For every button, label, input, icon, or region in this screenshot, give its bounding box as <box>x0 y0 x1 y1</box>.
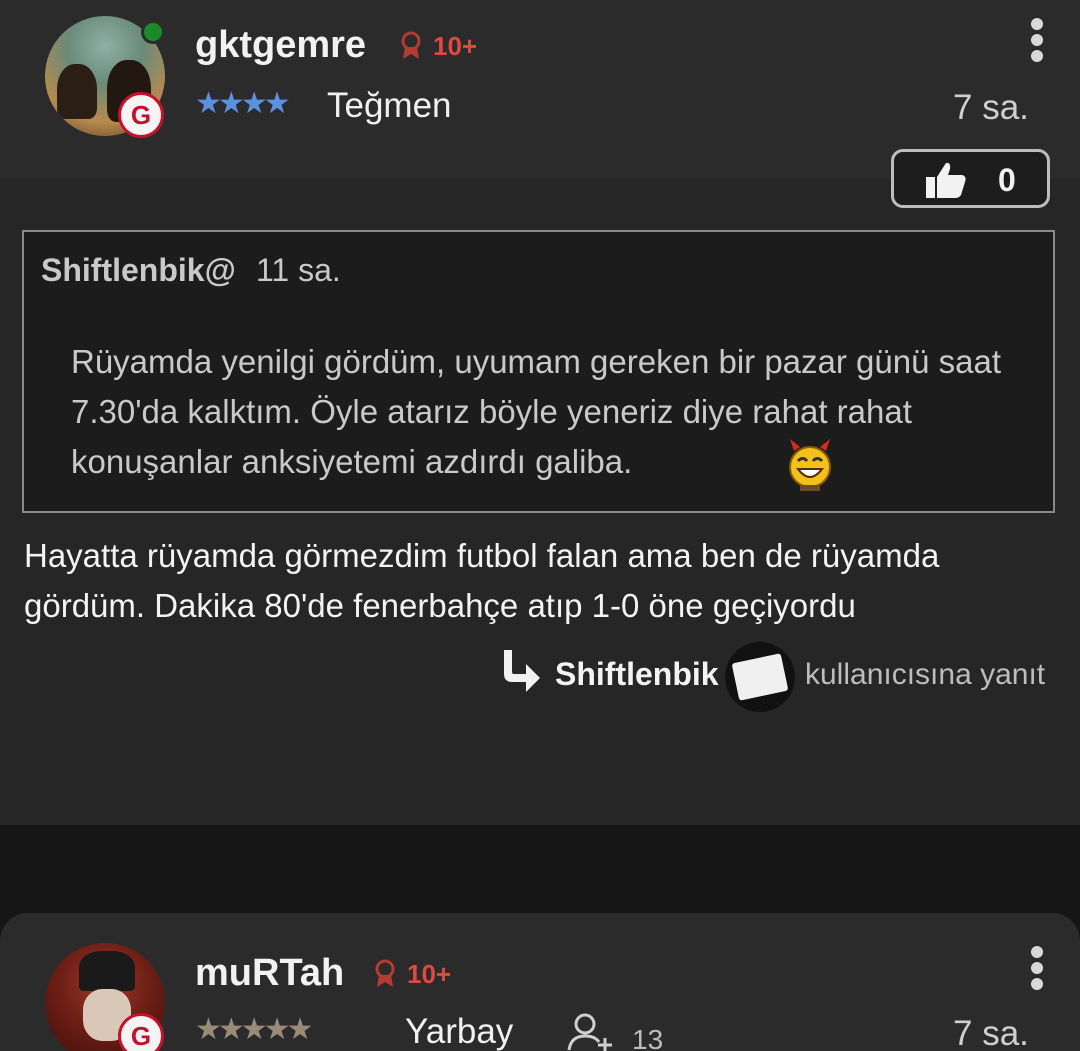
add-friend-icon[interactable] <box>565 1012 625 1051</box>
kebab-menu-icon[interactable] <box>1030 946 1044 990</box>
rank-stars-icon: ★★★★ <box>195 87 291 120</box>
online-indicator <box>141 20 165 44</box>
rank-stars-icon: ★★★★★ <box>195 1013 314 1046</box>
reply-to-username[interactable]: Shiftlenbik <box>555 656 719 693</box>
ribbon-icon <box>375 959 395 987</box>
quote-text: Rüyamda yenilgi gördüm, uyumam gereken b… <box>71 343 1001 480</box>
rank-count: 10+ <box>407 959 452 989</box>
laughing-devil-emoji <box>789 439 831 491</box>
comment-body: Hayatta rüyamda görmezdim futbol falan a… <box>24 537 940 624</box>
reply-arrow-icon[interactable] <box>498 648 542 698</box>
ribbon-icon <box>401 31 421 59</box>
team-badge-icon: G <box>118 92 164 138</box>
kebab-menu-icon[interactable] <box>1030 18 1044 62</box>
comment-time: 7 sa. <box>953 88 1029 127</box>
quoted-comment: Shiftlenbik@ 11 sa. Rüyamda yenilgi görd… <box>22 230 1055 513</box>
reply-suffix-text: kullanıcısına yanıt <box>805 658 1046 691</box>
username[interactable]: gktgemre <box>195 24 366 67</box>
reply-to-avatar[interactable] <box>725 642 795 712</box>
quote-time: 11 sa. <box>256 252 341 288</box>
rank-title: Yarbay <box>405 1012 514 1051</box>
quote-author[interactable]: Shiftlenbik@ <box>41 252 236 289</box>
thumbs-up-icon <box>926 162 966 198</box>
comment-time: 7 sa. <box>953 1014 1029 1051</box>
friend-count: 13 <box>632 1024 664 1051</box>
rank-title: Teğmen <box>327 86 452 125</box>
like-button[interactable]: 0 <box>891 149 1050 208</box>
team-badge-icon: G <box>118 1013 164 1051</box>
like-count: 0 <box>998 162 1016 198</box>
rank-count: 10+ <box>433 31 478 61</box>
username[interactable]: muRTah <box>195 952 344 995</box>
